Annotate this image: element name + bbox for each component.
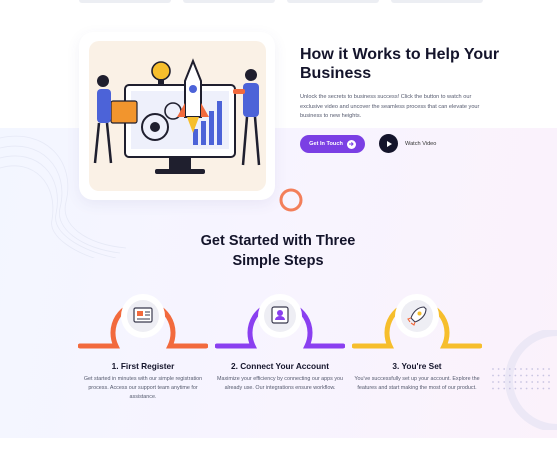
top-card bbox=[287, 0, 379, 3]
top-card-strip bbox=[79, 0, 483, 3]
background-dot bbox=[542, 387, 545, 390]
background-dot bbox=[497, 387, 500, 390]
watch-video-button[interactable]: Watch Video bbox=[379, 134, 436, 153]
steps-section-title: Get Started with Three Simple Steps bbox=[200, 233, 356, 269]
get-in-touch-button[interactable]: Get In Touch bbox=[300, 135, 365, 153]
watch-video-label: Watch Video bbox=[405, 140, 437, 147]
background-dot bbox=[514, 374, 517, 377]
team-rocket-illustration bbox=[93, 58, 261, 174]
background-dot bbox=[508, 387, 511, 390]
step-description: You've successfully set up your account.… bbox=[354, 376, 480, 391]
background-dot bbox=[514, 381, 517, 383]
background-dot bbox=[497, 368, 500, 370]
background-dot bbox=[514, 387, 517, 390]
step-ring bbox=[215, 294, 345, 349]
background-dot bbox=[525, 387, 528, 390]
step-description: Get started in minutes with our simple r… bbox=[83, 376, 203, 400]
background-dot bbox=[542, 374, 545, 377]
background-dot bbox=[531, 381, 534, 383]
illustration-card bbox=[79, 32, 275, 200]
background-dots bbox=[492, 368, 550, 390]
background-dot bbox=[531, 374, 534, 377]
hero-title: How it Works to Help Your Business bbox=[300, 46, 500, 82]
background-dot bbox=[525, 374, 528, 377]
background-dot bbox=[520, 374, 522, 377]
get-in-touch-label: Get In Touch bbox=[309, 141, 343, 147]
top-card bbox=[79, 0, 171, 3]
background-dot bbox=[536, 381, 539, 383]
hero-description: Unlock the secrets to business success! … bbox=[300, 94, 480, 119]
background-dot bbox=[492, 368, 494, 370]
background-dot bbox=[520, 387, 522, 390]
step-ring bbox=[78, 294, 208, 349]
background-dot bbox=[525, 368, 528, 370]
step-description: Maximize your efficiency by connecting o… bbox=[216, 376, 344, 391]
background-dot bbox=[492, 374, 494, 377]
registration-form-icon bbox=[133, 307, 153, 323]
play-icon bbox=[379, 134, 398, 153]
background-dot bbox=[503, 381, 506, 383]
background-dot bbox=[531, 368, 534, 370]
background-dot bbox=[525, 381, 528, 383]
background-dot bbox=[548, 368, 550, 370]
arrow-right-icon bbox=[346, 139, 356, 149]
step-ring bbox=[352, 294, 482, 349]
background-dot bbox=[508, 374, 511, 377]
background-dot bbox=[503, 368, 506, 370]
account-connect-icon bbox=[271, 306, 289, 324]
background-dot bbox=[542, 381, 545, 383]
background-dot bbox=[548, 374, 550, 377]
background-dot bbox=[503, 374, 506, 377]
background-dot bbox=[548, 387, 550, 390]
top-card bbox=[183, 0, 275, 3]
background-dot bbox=[514, 368, 517, 370]
step-name: 1. First Register bbox=[111, 361, 175, 371]
background-dot bbox=[497, 381, 500, 383]
background-dot bbox=[508, 381, 511, 383]
top-card bbox=[391, 0, 483, 3]
background-dot bbox=[520, 368, 522, 370]
background-dot bbox=[548, 381, 550, 383]
background-dot bbox=[508, 368, 511, 370]
background-dot bbox=[492, 381, 494, 383]
business-illustration bbox=[89, 41, 266, 191]
step-card-register: 1. First Register Get started in minutes… bbox=[78, 280, 208, 400]
background-dot bbox=[531, 387, 534, 390]
background-dot bbox=[503, 387, 506, 390]
background-dot bbox=[542, 368, 545, 370]
background-dot bbox=[536, 368, 539, 370]
background-dot bbox=[520, 381, 522, 383]
step-card-set: 3. You're Set You've successfully set up… bbox=[352, 280, 482, 391]
step-name: 2. Connect Your Account bbox=[230, 361, 330, 371]
step-name: 3. You're Set bbox=[392, 361, 442, 371]
background-dot bbox=[536, 387, 539, 390]
background-dot bbox=[492, 387, 494, 390]
step-card-connect: 2. Connect Your Account Maximize your ef… bbox=[215, 280, 345, 391]
decorative-ring bbox=[279, 188, 303, 212]
background-dot bbox=[536, 374, 539, 377]
background-dot bbox=[497, 374, 500, 377]
